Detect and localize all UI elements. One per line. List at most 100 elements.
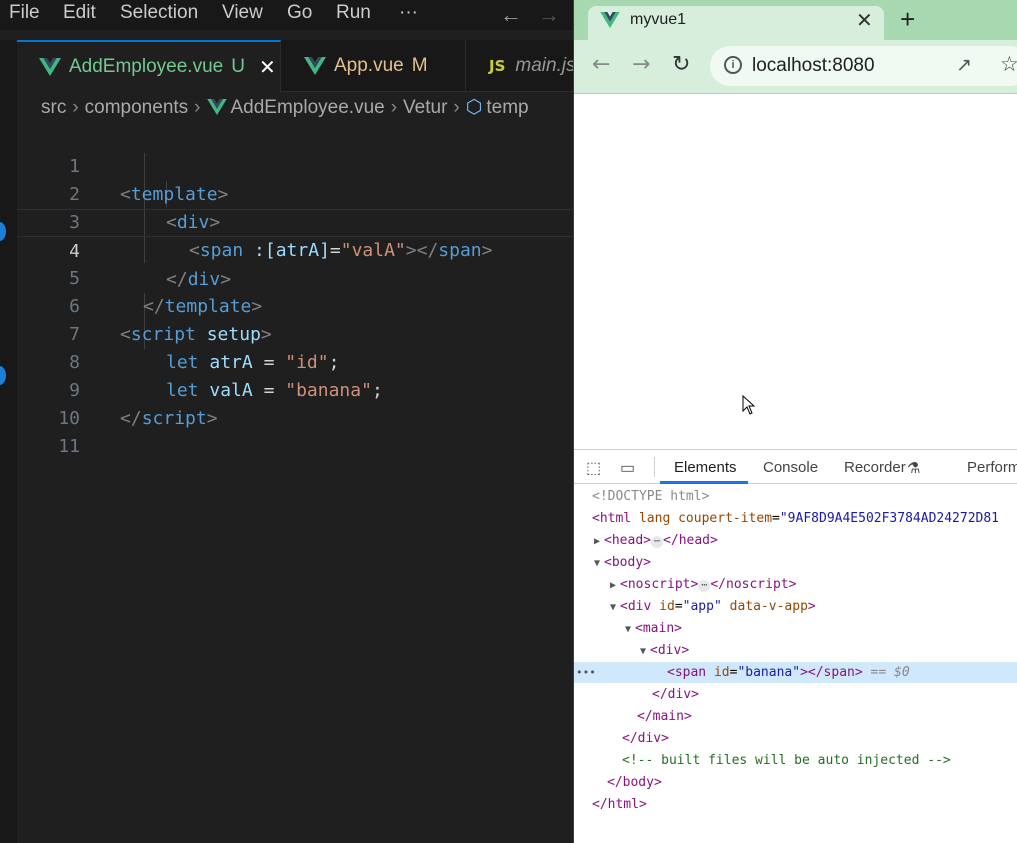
code-line: 1 <template> (17, 125, 573, 205)
ellipsis-icon[interactable]: ⋯ (698, 580, 711, 592)
breadcrumb-item[interactable]: src (41, 97, 66, 118)
breadcrumb: src › components › AddEmployee.vue › Vetur › ⬡ te… (41, 96, 529, 119)
menu-go[interactable]: Go (287, 2, 312, 24)
devtools-panel: ⬚ ▭ Elements Console Recorder ⚗ Perform … (574, 449, 1017, 843)
info-icon[interactable]: i (724, 56, 742, 74)
device-toolbar-icon[interactable]: ▭ (620, 458, 635, 478)
breadcrumb-item[interactable]: AddEmployee.vue (231, 97, 385, 118)
tag-name: body (622, 775, 654, 790)
dom-node[interactable]: </div> (574, 728, 1017, 749)
address-bar[interactable]: i localhost:8080 ↗ ☆ (710, 46, 1017, 86)
vscode-window: File Edit Selection View Go Run ··· ← → A… (0, 0, 573, 843)
inspect-element-icon[interactable]: ⬚ (586, 458, 601, 478)
code-line: 6 <script setup> (17, 265, 573, 345)
dom-node[interactable]: <!-- built files will be auto injected -… (574, 750, 1017, 771)
ellipsis-icon[interactable]: ⋯ (651, 536, 664, 548)
tab-status-flag: U (231, 56, 245, 77)
tag-name: div (627, 599, 652, 614)
attr-value: "9AF8D9A4E502F3784AD24272D81 (779, 511, 1000, 526)
collapse-triangle-icon[interactable]: ▼ (625, 624, 631, 635)
expand-triangle-icon[interactable]: ▶ (594, 536, 600, 547)
close-tab-icon[interactable]: ✕ (856, 8, 873, 32)
menu-run[interactable]: Run (336, 2, 371, 24)
tab-elements[interactable]: Elements (674, 459, 737, 476)
tab-app-vue[interactable]: App.vue M (282, 40, 466, 92)
tag-name: div (637, 731, 662, 746)
dom-node[interactable]: <!DOCTYPE html> (574, 486, 1017, 507)
back-icon[interactable]: ← (592, 52, 610, 77)
menu-selection[interactable]: Selection (120, 2, 198, 24)
expand-triangle-icon[interactable]: ▶ (610, 580, 616, 591)
dom-node[interactable]: </main> (574, 706, 1017, 727)
menu-view[interactable]: View (222, 2, 263, 24)
breadcrumb-item[interactable]: components (85, 97, 189, 118)
tab-label: main.js (515, 55, 573, 76)
breadcrumb-item[interactable]: Vetur (403, 97, 447, 118)
code-line: 3 <span :[atrA]="valA"></span> (17, 181, 573, 261)
bookmark-star-icon[interactable]: ☆ (1000, 52, 1017, 76)
code-line: 7 let atrA = "id"; (17, 293, 573, 373)
dom-node[interactable]: </body> (574, 772, 1017, 793)
tag-name: head (678, 533, 710, 548)
vue-icon (39, 58, 61, 76)
chevron-right-icon: › (72, 97, 79, 118)
url-text[interactable]: localhost:8080 (752, 55, 875, 77)
code-editor[interactable]: 1 <template> 2 <div> 3 <span :[atrA]="va… (17, 125, 573, 843)
browser-tab-strip: myvue1 ✕ + (574, 0, 1017, 40)
tab-addemployee[interactable]: AddEmployee.vue U ✕ (17, 40, 281, 92)
more-icon[interactable]: ••• (576, 662, 596, 683)
mouse-cursor-icon (742, 395, 756, 415)
tab-label: App.vue (334, 55, 404, 76)
reload-icon[interactable]: ↻ (672, 52, 690, 77)
dom-node[interactable]: ▼ <body> (574, 552, 1017, 573)
tab-console[interactable]: Console (763, 459, 818, 476)
share-icon[interactable]: ↗ (956, 54, 972, 76)
tag-name: div (657, 643, 682, 658)
code-line: 2 <div> (17, 153, 573, 233)
page-viewport[interactable] (574, 95, 1017, 449)
dom-node[interactable]: <html lang coupert-item="9AF8D9A4E502F37… (574, 508, 1017, 529)
browser-tab-title: myvue1 (630, 11, 687, 28)
menu-more[interactable]: ··· (399, 2, 418, 24)
flask-icon: ⚗ (907, 460, 921, 477)
tab-label: AddEmployee.vue (69, 56, 224, 77)
dom-node-selected[interactable]: ••• <span id="banana"></span> == $0 (574, 662, 1017, 683)
browser-window: myvue1 ✕ + ← → ↻ i localhost:8080 ↗ ☆ ⬚ … (573, 0, 1017, 843)
tag-name: html (599, 511, 632, 526)
comment-text: <!-- built files will be auto injected -… (622, 753, 951, 768)
js-icon: JS (489, 57, 506, 75)
tab-main-js[interactable]: JS main.js (467, 40, 573, 92)
editor-tab-bar: AddEmployee.vue U ✕ App.vue M JS main.js (17, 40, 573, 92)
menu-file[interactable]: File (9, 2, 40, 24)
tab-performance[interactable]: Perform (967, 459, 1017, 476)
close-icon[interactable]: ✕ (259, 55, 276, 80)
tag-name: noscript (726, 577, 789, 592)
new-tab-button[interactable]: + (900, 4, 915, 35)
back-arrow-icon[interactable]: ← (500, 2, 522, 27)
collapse-triangle-icon[interactable]: ▼ (610, 602, 616, 613)
dom-node[interactable]: </div> (574, 684, 1017, 705)
dom-node[interactable]: ▼ <div> (574, 640, 1017, 661)
dom-node[interactable]: ▼ <main> (574, 618, 1017, 639)
dom-tree: <!DOCTYPE html> <html lang coupert-item=… (574, 486, 1017, 843)
forward-icon[interactable]: → (632, 52, 650, 77)
collapse-triangle-icon[interactable]: ▼ (594, 558, 600, 569)
chevron-right-icon: › (194, 97, 201, 118)
collapse-triangle-icon[interactable]: ▼ (640, 646, 646, 657)
forward-arrow-icon[interactable]: → (538, 2, 560, 27)
breadcrumb-item[interactable]: temp (486, 97, 528, 118)
attr-name: data-v-app (729, 599, 808, 614)
attr-name: coupert-item (678, 511, 773, 526)
dom-node[interactable]: ▶ <head> ⋯ </head> (574, 530, 1017, 551)
browser-toolbar: ← → ↻ i localhost:8080 ↗ ☆ (574, 40, 1017, 94)
tab-recorder[interactable]: Recorder (844, 459, 906, 476)
tag-name: head (611, 533, 644, 548)
dom-node[interactable]: ▼ <div id="app" data-v-app> (574, 596, 1017, 617)
browser-tab[interactable]: myvue1 ✕ (588, 6, 884, 40)
menu-edit[interactable]: Edit (63, 2, 96, 24)
chevron-right-icon: › (453, 97, 460, 118)
dom-node[interactable]: </html> (574, 794, 1017, 815)
attr-value: "banana" (737, 665, 801, 680)
vue-favicon-icon (600, 12, 620, 28)
dom-node[interactable]: ▶ <noscript> ⋯ </noscript> (574, 574, 1017, 595)
